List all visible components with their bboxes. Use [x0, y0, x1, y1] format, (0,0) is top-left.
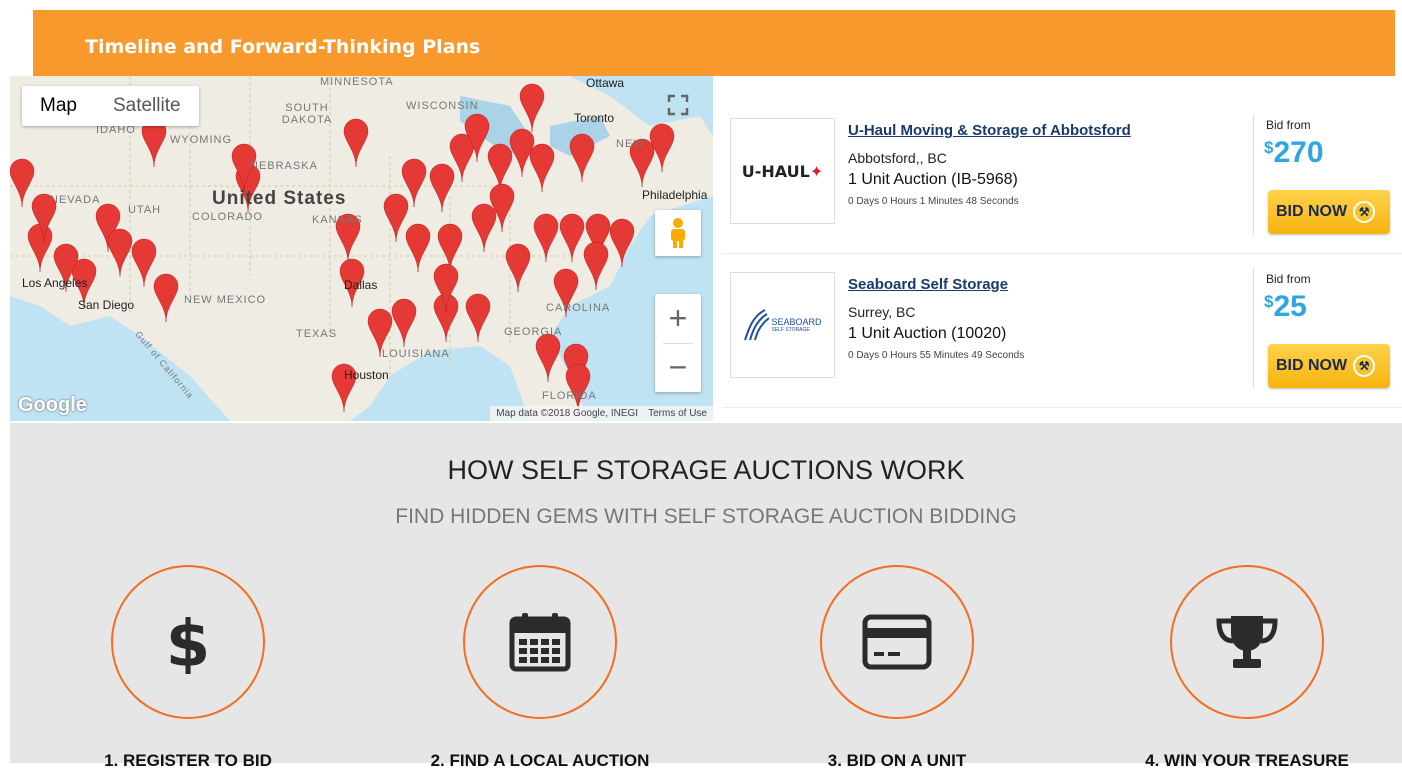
zoom-in-button[interactable]: + [655, 294, 701, 343]
map-label-louisiana: LOUISIANA [382, 348, 450, 360]
banner-title: Timeline and Forward-Thinking Plans [85, 36, 481, 58]
map-label-toronto: Toronto [574, 111, 615, 125]
listing-divider [1253, 114, 1254, 234]
street-view-button[interactable] [655, 210, 701, 256]
how-it-works-section: HOW SELF STORAGE AUCTIONS WORK FIND HIDD… [10, 423, 1402, 770]
listing-location: Abbotsford,, BC [848, 150, 947, 166]
map-label-georgia: GEORGIA [504, 326, 563, 338]
map-label-wyoming: WYOMING [170, 134, 232, 146]
map-label-utah: UTAH [128, 204, 162, 216]
step-win-treasure[interactable]: 4. WIN YOUR TREASURE [1097, 565, 1397, 771]
map-label-minnesota: MINNESOTA [320, 76, 394, 88]
bid-value: 270 [1273, 136, 1324, 169]
step-label: 2. FIND A LOCAL AUCTION [430, 751, 650, 770]
bid-now-label: BID NOW [1276, 203, 1348, 220]
listing-divider [1253, 268, 1254, 388]
auction-map[interactable]: MINNESOTA Ottawa Toronto WISCONSIN SOUTH… [10, 76, 713, 421]
listing-location: Surrey, BC [848, 304, 916, 320]
listing-timer: 0 Days 0 Hours 1 Minutes 48 Seconds [848, 196, 1019, 207]
uhaul-logo-text: U-HAUL [741, 161, 810, 181]
step-label: 1. REGISTER TO BID [104, 751, 272, 770]
dollar-icon: $ [166, 610, 211, 674]
listing-unit: 1 Unit Auction (IB-5968) [848, 171, 1018, 188]
step-find-auction[interactable]: 2. FIND A LOCAL AUCTION [390, 565, 690, 771]
map-attribution: Map data ©2018 Google, INEGI Terms of Us… [490, 406, 713, 421]
listing-item: U-HAUL✦ U-Haul Moving & Storage of Abbot… [722, 100, 1402, 254]
listing-item: SEABOARD SELF STORAGE Seaboard Self Stor… [722, 254, 1402, 408]
trophy-icon [1216, 616, 1278, 668]
seaboard-wave-icon [744, 309, 770, 341]
map-label-houston: Houston [344, 368, 389, 382]
bid-amount: $25 [1264, 290, 1307, 324]
terms-of-use-link[interactable]: Terms of Use [648, 408, 707, 419]
map-type-map-button[interactable]: Map [22, 86, 95, 126]
seaboard-logo-sub: SELF STORAGE [771, 326, 810, 333]
map-label-carolina: CAROLINA [546, 302, 611, 314]
listing-name-link[interactable]: U-Haul Moving & Storage of Abbotsford [848, 122, 1131, 139]
bid-now-button[interactable]: BID NOW ⚒ [1268, 344, 1390, 388]
zoom-control: + − [655, 294, 701, 392]
map-type-toggle: Map Satellite [22, 86, 199, 126]
map-label-kansas: KANSAS [312, 214, 363, 226]
map-label-los-angeles: Los Angeles [22, 276, 88, 290]
listing-name-link[interactable]: Seaboard Self Storage [848, 276, 1008, 293]
step-circle: $ [111, 565, 265, 719]
gavel-icon: ⚒ [1353, 201, 1376, 223]
step-label: 4. WIN YOUR TREASURE [1145, 751, 1349, 770]
map-label-new-mexico: NEW MEXICO [184, 294, 267, 306]
maple-leaf-icon: ✦ [809, 161, 824, 181]
fullscreen-icon [667, 94, 689, 116]
bid-value: 25 [1273, 290, 1307, 323]
step-circle [463, 565, 617, 719]
google-logo: Google [18, 394, 87, 416]
how-subtitle: FIND HIDDEN GEMS WITH SELF STORAGE AUCTI… [395, 505, 1017, 528]
map-type-satellite-button[interactable]: Satellite [95, 86, 199, 126]
map-label-texas: TEXAS [296, 328, 338, 340]
listing-unit: 1 Unit Auction (10020) [848, 325, 1007, 342]
step-bid-unit[interactable]: 3. BID ON A UNIT [747, 565, 1047, 771]
section-banner: Timeline and Forward-Thinking Plans [33, 10, 1395, 76]
bid-currency: $ [1264, 292, 1274, 311]
how-title: HOW SELF STORAGE AUCTIONS WORK [447, 455, 965, 485]
uhaul-logo: U-HAUL✦ [742, 162, 824, 181]
map-label-colorado: COLORADO [192, 211, 263, 223]
credit-card-icon [862, 614, 932, 670]
map-label-ottawa: Ottawa [586, 76, 625, 90]
gavel-icon: ⚒ [1353, 355, 1376, 377]
bid-now-button[interactable]: BID NOW ⚒ [1268, 190, 1390, 234]
listing-logo[interactable]: SEABOARD SELF STORAGE [730, 272, 835, 378]
auction-listings: U-HAUL✦ U-Haul Moving & Storage of Abbot… [722, 100, 1402, 408]
map-label-florida: FLORIDA [542, 390, 597, 402]
map-data-text: Map data ©2018 Google, INEGI [496, 408, 639, 419]
map-label-wisconsin: WISCONSIN [406, 100, 479, 112]
map-label-nebraska: NEBRASKA [250, 160, 318, 172]
step-circle [820, 565, 974, 719]
step-circle [1170, 565, 1324, 719]
map-label-dallas: Dallas [344, 278, 378, 292]
bid-from-label: Bid from [1266, 272, 1311, 286]
map-label-south-dakota: SOUTH DAKOTA [281, 102, 333, 126]
pegman-icon [671, 218, 685, 248]
seaboard-logo: SEABOARD SELF STORAGE [743, 308, 822, 342]
map-label-nevada: NEVADA [50, 194, 101, 206]
svg-text:$: $ [166, 610, 211, 674]
step-label: 3. BID ON A UNIT [827, 751, 967, 770]
listing-timer: 0 Days 0 Hours 55 Minutes 49 Seconds [848, 350, 1025, 361]
bid-currency: $ [1264, 138, 1274, 157]
bid-now-label: BID NOW [1276, 357, 1348, 374]
bid-amount: $270 [1264, 136, 1324, 170]
map-label-united-states: United States [212, 188, 347, 209]
map-label-philadelphia: Philadelphia [642, 188, 708, 202]
step-register[interactable]: $ 1. REGISTER TO BID [38, 565, 338, 771]
listing-logo[interactable]: U-HAUL✦ [730, 118, 835, 224]
map-label-new: NEW [616, 138, 645, 150]
bid-from-label: Bid from [1266, 118, 1311, 132]
calendar-icon [509, 613, 571, 672]
fullscreen-button[interactable] [655, 82, 701, 128]
zoom-out-button[interactable]: − [655, 343, 701, 392]
map-label-san-diego: San Diego [78, 298, 135, 312]
seaboard-logo-text: SEABOARD [771, 316, 822, 327]
